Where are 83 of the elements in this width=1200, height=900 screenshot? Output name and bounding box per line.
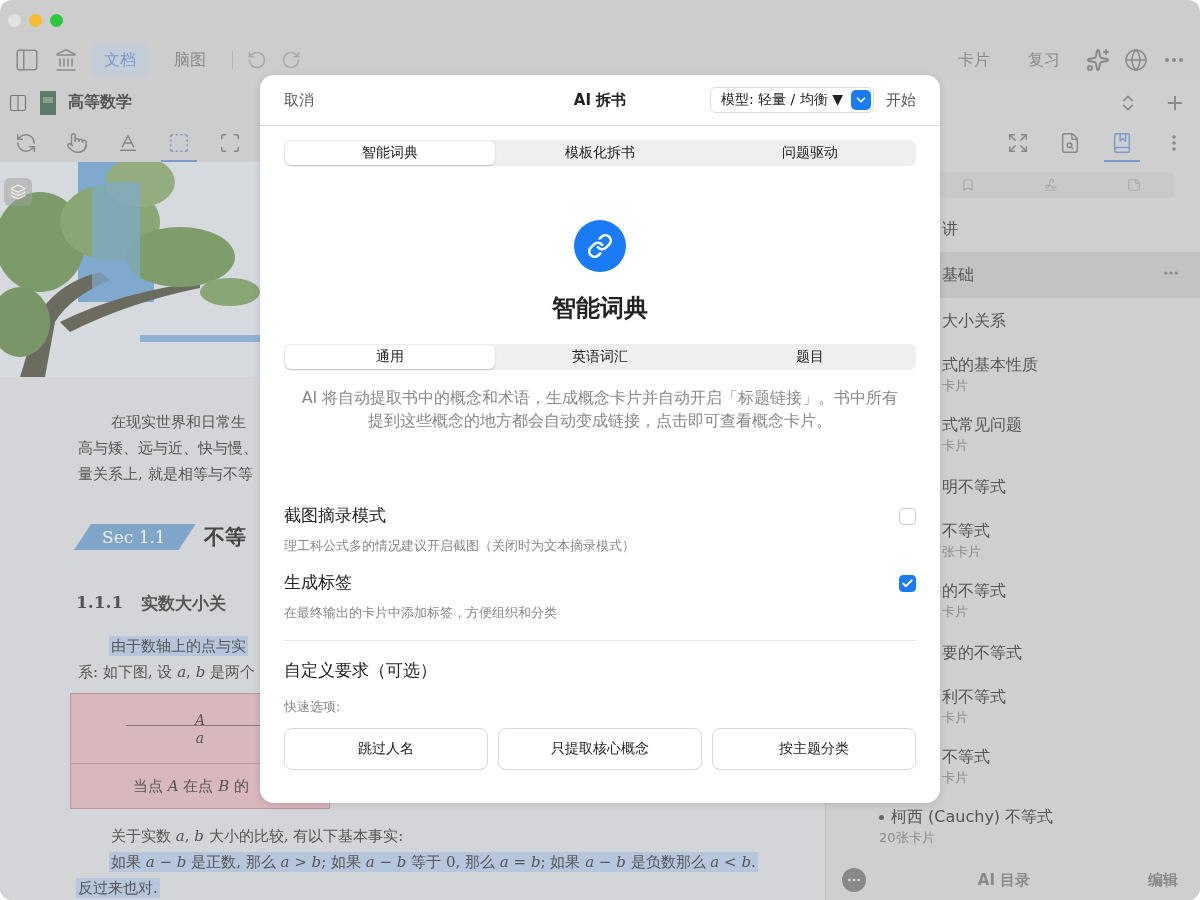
more-icon xyxy=(1172,134,1176,151)
option-hint: 理工科公式多的情况建议开启截图（关闭时为文本摘录模式） xyxy=(284,537,635,555)
layers-icon xyxy=(10,184,26,200)
book-cover-icon xyxy=(40,90,56,115)
bookmark-icon[interactable] xyxy=(960,178,975,192)
expand-icon xyxy=(1007,131,1029,154)
library-icon[interactable] xyxy=(54,48,78,72)
dialog-title: AI 拆书 xyxy=(573,90,627,110)
text-line: 在现实世界和日常生 xyxy=(110,412,247,432)
model-select[interactable]: 模型: 轻量 / 均衡 ▼ xyxy=(710,87,874,113)
segment[interactable]: 问题驱动 xyxy=(705,141,915,165)
feature-title: 智能词典 xyxy=(551,293,649,324)
outline-item-title: 明不等式 xyxy=(942,476,1006,498)
card-count: 卡片 xyxy=(942,377,969,395)
card-count: 卡片 xyxy=(942,769,969,787)
signature-icon[interactable] xyxy=(1043,178,1058,192)
option-title: 截图摘录模式 xyxy=(284,504,387,527)
outline-item-title: 的不等式 xyxy=(942,580,1006,602)
quick-option-button[interactable]: 按主题分类 xyxy=(712,728,916,770)
segment[interactable]: 题目 xyxy=(705,345,915,369)
check-icon xyxy=(901,577,914,590)
hand-pointer-icon xyxy=(66,131,88,154)
card-count: 卡片 xyxy=(942,603,969,621)
outline-item-title: 基础 xyxy=(942,264,974,286)
minimize-button[interactable] xyxy=(29,13,42,27)
option-hint: 在最终输出的卡片中添加标签，方便组织和分类 xyxy=(284,604,557,622)
document-title: 高等数学 xyxy=(68,92,132,113)
more-button[interactable] xyxy=(842,868,866,892)
outline-item-title: 要的不等式 xyxy=(942,642,1022,664)
sparkle-icon[interactable] xyxy=(1086,48,1110,72)
undo-icon[interactable] xyxy=(247,50,267,70)
section-title: 不等 xyxy=(203,524,246,551)
figure-caption: 当点 A 在点 B 的 xyxy=(133,776,249,796)
outline-item[interactable]: 柯西 (Cauchy) 不等式 20张卡片 xyxy=(826,796,1200,856)
section-badge: Sec 1.1 xyxy=(74,524,196,550)
quick-option-button[interactable]: 跳过人名 xyxy=(284,728,488,770)
sidebar-icon[interactable] xyxy=(14,47,40,73)
section-heading: 自定义要求（可选） xyxy=(284,659,438,682)
bookmark-book-icon xyxy=(1111,131,1133,154)
outline-item-title: 式的基本性质 xyxy=(942,354,1038,376)
outline-item-title: 不等式 xyxy=(942,746,990,768)
subsection-title: 实数大小关 xyxy=(141,592,227,615)
rectangle-select-icon xyxy=(168,131,190,154)
layers-button[interactable] xyxy=(4,178,32,206)
subsection-number: 1.1.1 xyxy=(76,592,124,614)
zoom-button[interactable] xyxy=(50,13,63,27)
description: AI 将自动提取书中的概念和术语，生成概念卡片并自动开启「标题链接」。书中所有提到这些概念的地方都会自动变成链接，点击即可查看概念卡片。 xyxy=(300,387,900,432)
quick-options-label: 快速选项: xyxy=(284,698,342,716)
point-value: a xyxy=(195,728,205,747)
globe-icon[interactable] xyxy=(1124,48,1148,72)
start-button[interactable]: 开始 xyxy=(886,90,916,110)
point-label: A xyxy=(194,710,206,729)
card-count: 张卡片 xyxy=(942,543,982,561)
split-view-icon[interactable] xyxy=(8,92,28,113)
note-icon[interactable] xyxy=(1126,178,1141,192)
document-search-icon xyxy=(1059,131,1081,154)
redo-icon[interactable] xyxy=(281,50,301,70)
quick-option-button[interactable]: 只提取核心概念 xyxy=(498,728,702,770)
link-icon xyxy=(587,233,613,259)
cancel-button[interactable]: 取消 xyxy=(284,90,314,110)
text-line: 系: 如下图, 设 a, b 是两个 xyxy=(77,662,257,682)
outline-item-title: 式常见问题 xyxy=(942,414,1022,436)
card-count: 20张卡片 xyxy=(879,829,936,847)
outline-item-title: 大小关系 xyxy=(942,310,1006,332)
outline-item-title: 不等式 xyxy=(942,520,990,542)
bullet-icon xyxy=(879,814,884,820)
checkbox[interactable] xyxy=(899,508,916,525)
checkbox[interactable] xyxy=(899,575,916,592)
text-line: 量关系上, 就是相等与不等 xyxy=(77,464,254,484)
segment[interactable]: 智能词典 xyxy=(285,141,495,165)
outline-item-title: 利不等式 xyxy=(942,686,1006,708)
card-count: 卡片 xyxy=(942,437,969,455)
segment[interactable]: 模板化拆书 xyxy=(495,141,705,165)
option-title: 生成标签 xyxy=(284,571,353,594)
outline-item-title: 柯西 (Cauchy) 不等式 xyxy=(891,806,1054,828)
segment[interactable]: 通用 xyxy=(285,345,495,369)
resize-icon xyxy=(219,131,241,154)
outline-item-title: 讲 xyxy=(942,218,958,240)
sync-icon xyxy=(15,131,37,154)
text-line: 关于实数 a, b 大小的比较, 有以下基本事实: xyxy=(110,826,405,846)
card-count: 卡片 xyxy=(942,709,969,727)
segment[interactable]: 英语词汇 xyxy=(495,345,705,369)
text-line: 高与矮、远与近、快与慢、 xyxy=(77,438,259,458)
